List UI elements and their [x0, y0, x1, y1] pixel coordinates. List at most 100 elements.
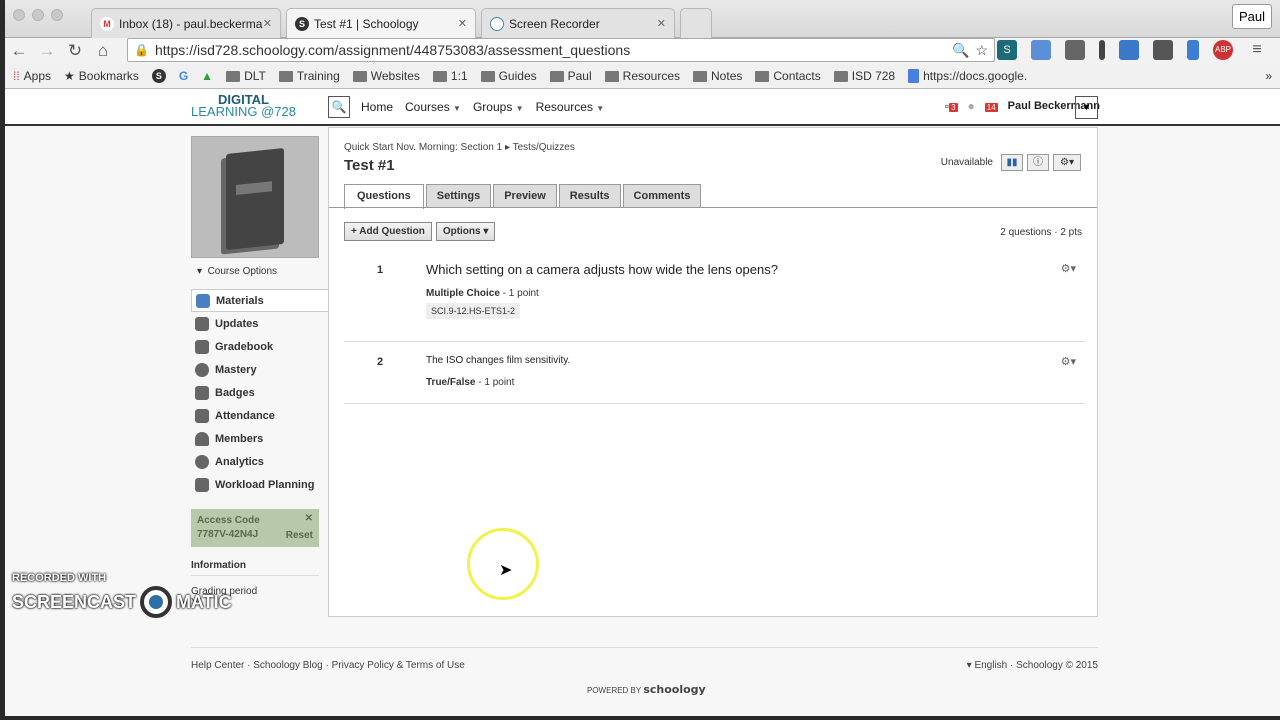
nav-courses[interactable]: Courses ▼	[405, 100, 461, 114]
materials-icon	[196, 293, 210, 308]
close-icon[interactable]: ✕	[305, 513, 313, 524]
folder-icon	[693, 70, 708, 82]
course-sidebar: ▾ Course Options Materials Updates Grade…	[191, 136, 328, 608]
menu-icon[interactable]: ≡	[1247, 40, 1267, 60]
sidebar-item-workload-planning[interactable]: Workload Planning	[191, 473, 321, 496]
tab-preview[interactable]: Preview	[493, 184, 557, 208]
bookmark-folder[interactable]: Resources	[604, 69, 680, 83]
footer-links[interactable]: Help Center · Schoology Blog · Privacy P…	[191, 660, 465, 671]
stats-button[interactable]: ▮▮	[1001, 154, 1023, 171]
question-item[interactable]: 1 Which setting on a camera adjusts how …	[344, 252, 1084, 342]
sidebar-item-gradebook[interactable]: Gradebook	[191, 335, 321, 358]
sidebar-item-members[interactable]: Members	[191, 427, 321, 450]
folder-icon	[278, 70, 293, 82]
main-content: Quick Start Nov. Morning: Section 1 ▸ Te…	[328, 127, 1098, 617]
adblock-icon[interactable]: ABP	[1213, 40, 1233, 60]
mastery-icon	[195, 362, 209, 377]
logo[interactable]: DIGITAL LEARNING @728	[191, 93, 296, 118]
close-icon[interactable]: ✕	[458, 17, 467, 30]
settings-button[interactable]: ⚙▾	[1053, 154, 1081, 171]
sidebar-item-mastery[interactable]: Mastery	[191, 358, 321, 381]
sidebar-item-attendance[interactable]: Attendance	[191, 404, 321, 427]
messages-icon[interactable]: ●	[968, 99, 975, 113]
bookmark-folder[interactable]: 1:1	[432, 69, 468, 83]
back-icon[interactable]: ←	[5, 41, 33, 61]
reset-link[interactable]: Reset	[286, 530, 313, 541]
gradebook-icon	[195, 339, 209, 354]
bookmark-docs[interactable]: https://docs.google.	[908, 69, 1027, 83]
bookmark-folder[interactable]: ISD 728	[833, 69, 895, 83]
info-button[interactable]: ⓘ	[1027, 154, 1049, 171]
search-button[interactable]: 🔍	[328, 96, 350, 118]
star-icon[interactable]: ☆	[975, 42, 994, 59]
docs-icon	[908, 69, 920, 83]
megaphone-ext-icon[interactable]	[1187, 40, 1199, 60]
course-options[interactable]: ▾ Course Options	[197, 266, 321, 277]
tab-results[interactable]: Results	[558, 184, 621, 208]
bookmark-folder[interactable]: Websites	[352, 69, 420, 83]
translate-ext-icon[interactable]	[1031, 40, 1051, 60]
forward-icon[interactable]: →	[33, 41, 61, 61]
keyboard-ext-icon[interactable]	[1119, 40, 1139, 60]
bookmark-folder[interactable]: Guides	[480, 69, 537, 83]
bookmark-folder[interactable]: DLT	[226, 69, 266, 83]
tab-screen-recorder[interactable]: Screen Recorder ✕	[481, 8, 675, 38]
bookmark-folder[interactable]: Notes	[693, 69, 742, 83]
sidebar-item-materials[interactable]: Materials	[191, 289, 328, 312]
browser-toolbar: ← → ↻ ⌂ 🔒 https://isd728.schoology.com/assig…	[5, 38, 1280, 64]
requests-icon[interactable]: 14	[984, 99, 998, 113]
sidebar-item-badges[interactable]: Badges	[191, 381, 321, 404]
address-bar[interactable]: 🔒 https://isd728.schoology.com/assignment…	[127, 38, 995, 62]
schoology-icon: S	[295, 16, 309, 31]
notifications-icon[interactable]: ▫ 3	[945, 99, 958, 113]
window-controls[interactable]	[13, 9, 63, 21]
footer-language[interactable]: ▾ English · Schoology © 2015	[967, 660, 1098, 671]
google-icon[interactable]: G	[179, 69, 188, 83]
reload-icon[interactable]: ↻	[61, 41, 89, 61]
drive-icon[interactable]: ▲	[201, 69, 213, 83]
options-button[interactable]: Options ▾	[435, 222, 496, 241]
info-icon: ⓘ	[1033, 157, 1043, 168]
zoom-icon[interactable]: 🔍	[952, 42, 969, 59]
bookmark-folder[interactable]: Contacts	[755, 69, 821, 83]
more-bookmarks-icon[interactable]: »	[1265, 69, 1272, 83]
standard-tag[interactable]: SCI.9-12.HS-ETS1-2	[426, 303, 521, 319]
bookmark-folder[interactable]: Paul	[549, 69, 592, 83]
nav-resources[interactable]: Resources ▼	[536, 100, 605, 114]
film-ext-icon[interactable]	[1153, 40, 1173, 60]
home-icon[interactable]: ⌂	[89, 41, 117, 61]
gear-icon[interactable]: ⚙▾	[1061, 355, 1076, 368]
add-question-button[interactable]: + Add Question	[344, 222, 432, 241]
folder-icon	[833, 70, 848, 82]
gear-icon[interactable]: ⚙▾	[1061, 262, 1076, 275]
sidebar-item-updates[interactable]: Updates	[191, 312, 321, 335]
profile-button[interactable]: Paul	[1231, 4, 1272, 29]
tab-comments[interactable]: Comments	[622, 184, 702, 208]
nav-home[interactable]: Home	[361, 100, 393, 114]
tab-schoology[interactable]: S Test #1 | Schoology ✕	[286, 8, 476, 38]
schoology-bookmark-icon[interactable]: S	[151, 69, 166, 83]
tab-questions[interactable]: Questions	[344, 184, 424, 209]
gear-icon: ⚙▾	[1060, 157, 1074, 168]
screencast-watermark: RECORDED WITH SCREENCAST MATIC	[12, 572, 232, 618]
speaker-ext-icon[interactable]	[1065, 40, 1085, 60]
tab-gmail[interactable]: M Inbox (18) - paul.beckerma ✕	[91, 8, 281, 38]
question-item[interactable]: 2 The ISO changes film sensitivity. True…	[344, 342, 1084, 404]
close-icon[interactable]: ✕	[657, 17, 666, 30]
assessment-tabs: Questions Settings Preview Results Comme…	[344, 184, 702, 209]
new-tab-button[interactable]	[680, 8, 712, 38]
lock-icon: 🔒	[134, 43, 149, 57]
bookmark-bookmarks[interactable]: ★ Bookmarks	[64, 69, 139, 83]
schoology-page: DIGITAL LEARNING @728 🔍 Home Courses ▼ Gr…	[5, 90, 1280, 716]
nav-groups[interactable]: Groups ▼	[473, 100, 524, 114]
sidebar-item-analytics[interactable]: Analytics	[191, 450, 321, 473]
analytics-icon	[195, 454, 209, 469]
user-menu-button[interactable]: ▼	[1075, 96, 1098, 119]
bookmark-apps[interactable]: ⁞⁞ Apps	[13, 69, 51, 83]
close-icon[interactable]: ✕	[263, 17, 272, 30]
eyedropper-ext-icon[interactable]	[1099, 40, 1105, 60]
schoology-ext-icon[interactable]: S	[997, 40, 1017, 60]
bookmark-folder[interactable]: Training	[278, 69, 340, 83]
breadcrumb[interactable]: Quick Start Nov. Morning: Section 1 ▸ Te…	[344, 142, 575, 153]
tab-settings[interactable]: Settings	[425, 184, 492, 208]
